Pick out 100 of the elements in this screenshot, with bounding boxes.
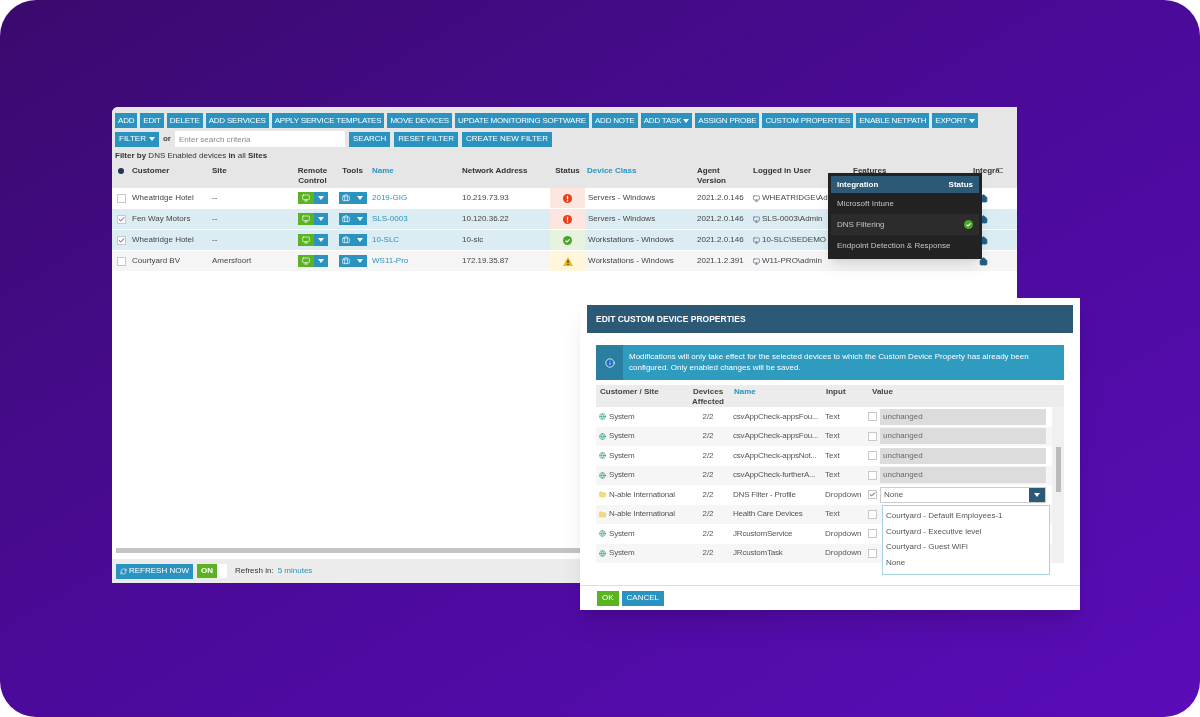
toolbar-button[interactable]: EDIT <box>140 113 164 128</box>
column-header[interactable]: Tools <box>335 166 370 176</box>
refresh-interval-link[interactable]: 5 minutes <box>277 565 313 577</box>
cancel-button[interactable]: CANCEL <box>621 590 664 606</box>
column-header[interactable]: Features <box>851 166 971 176</box>
remote-control-button[interactable] <box>297 255 328 267</box>
filter-summary: Filter by DNS Enabled devices in all Sites <box>115 150 269 162</box>
dropdown-option[interactable]: None <box>883 555 1049 571</box>
column-header[interactable]: Agent Version <box>695 166 751 186</box>
checkbox[interactable] <box>868 509 877 519</box>
integration-item[interactable]: DNS Filtering <box>831 214 979 235</box>
device-link[interactable]: 2019-GIG <box>370 192 460 204</box>
checkbox[interactable] <box>868 470 877 480</box>
remote-control-button[interactable] <box>297 192 328 204</box>
column-header[interactable]: Device Class <box>585 166 695 176</box>
table-cell-text: Workstations - Windows <box>587 234 675 246</box>
table-cell-text: -- <box>211 213 219 225</box>
value-field[interactable]: unchanged <box>880 467 1046 484</box>
filter-button[interactable]: FILTER <box>115 131 159 147</box>
table-cell-text: 2/2 <box>701 430 715 443</box>
tools-button[interactable] <box>338 213 367 225</box>
checkbox[interactable] <box>116 235 126 245</box>
value-dropdown[interactable]: None <box>880 486 1046 503</box>
tools-button[interactable] <box>338 255 367 267</box>
toolbar-button[interactable]: ADD TASK <box>640 113 693 128</box>
value-field[interactable]: unchanged <box>880 408 1046 425</box>
monitor-icon <box>301 236 310 244</box>
dropdown-option[interactable]: Courtyard - Executive level <box>883 524 1049 540</box>
checkbox[interactable] <box>868 412 877 422</box>
toolbar-button[interactable]: MOVE DEVICES <box>387 113 452 128</box>
checkbox[interactable] <box>868 490 877 500</box>
ok-button[interactable]: OK <box>597 590 619 606</box>
filter-action-button[interactable]: SEARCH <box>348 131 391 147</box>
table-cell-text: 2/2 <box>701 410 715 423</box>
globe-icon <box>599 471 606 479</box>
column-header[interactable]: Logged in User <box>751 166 851 176</box>
column-header[interactable]: Name <box>370 166 460 176</box>
remote-control-button[interactable] <box>297 213 328 225</box>
table-cell-text: 2/2 <box>701 508 715 521</box>
monitor-icon <box>301 257 310 265</box>
filter-action-button[interactable]: CREATE NEW FILTER <box>462 131 552 147</box>
table-row[interactable]: Courtyard BV Amersfoort WS11-Pro 172.19.35.87 Workstations - Windows 2021.1.2.391 W11-PRO\admin <box>112 251 1017 272</box>
column-header[interactable]: Devices Affected <box>686 387 730 407</box>
table-cell: System <box>609 410 635 423</box>
table-cell-text: csvAppCheck-furtherA... <box>732 469 817 482</box>
value-field[interactable]: unchanged <box>880 428 1046 445</box>
toolbar-button[interactable]: APPLY SERVICE TEMPLATES <box>271 113 385 128</box>
checkbox[interactable] <box>116 214 126 224</box>
toolbar-button[interactable]: ADD <box>115 113 138 128</box>
toolbar-button[interactable]: ENABLE NETPATH <box>856 113 930 128</box>
checkbox[interactable] <box>868 548 877 558</box>
checkbox[interactable] <box>116 193 126 203</box>
column-header[interactable]: Input <box>822 387 868 407</box>
globe-icon <box>599 413 606 421</box>
value-field[interactable]: unchanged <box>880 447 1046 464</box>
table-cell-text: Servers - Windows <box>587 213 657 225</box>
globe-icon <box>599 530 606 538</box>
column-header[interactable]: Network Address <box>460 166 550 176</box>
column-header[interactable]: Status <box>550 166 585 176</box>
column-header[interactable]: Site <box>210 166 290 176</box>
column-header[interactable]: Value <box>868 387 1052 407</box>
dropdown-option[interactable]: Courtyard - Default Employees-1 <box>883 508 1049 524</box>
checkbox[interactable] <box>116 256 126 266</box>
toolbar-button[interactable]: ADD NOTE <box>591 113 638 128</box>
select-all-radio[interactable] <box>118 168 124 174</box>
column-header[interactable]: Customer <box>130 166 210 176</box>
table-cell-text: Servers - Windows <box>587 192 657 204</box>
tools-button[interactable] <box>338 192 367 204</box>
toolbox-icon <box>341 194 350 202</box>
toolbar-button[interactable]: CUSTOM PROPERTIES <box>762 113 854 128</box>
refresh-button[interactable]: REFRESH NOW <box>116 563 193 579</box>
device-link[interactable]: SLS-0003 <box>370 213 460 225</box>
toolbar-button[interactable]: DELETE <box>166 113 203 128</box>
column-header[interactable]: Remote Control <box>290 166 335 186</box>
popup-column-header: Integration <box>837 178 879 191</box>
checkbox[interactable] <box>868 451 877 461</box>
table-cell-text: Courtyard BV <box>131 255 182 267</box>
table-cell: System <box>609 449 635 462</box>
column-header[interactable]: Name <box>730 387 822 407</box>
vertical-scrollbar[interactable] <box>1052 407 1064 563</box>
toolbar-button[interactable]: UPDATE MONITORING SOFTWARE <box>454 113 589 128</box>
filter-action-button[interactable]: RESET FILTER <box>394 131 459 147</box>
dropdown-option[interactable]: Courtyard - Guest WiFi <box>883 539 1049 555</box>
search-field[interactable]: Enter search criteria <box>174 131 345 147</box>
column-header[interactable]: Customer / Site <box>596 387 686 407</box>
toolbar-button[interactable]: ASSIGN PROBE <box>695 113 760 128</box>
device-link[interactable]: WS11-Pro <box>370 255 460 267</box>
checkbox[interactable] <box>868 431 877 441</box>
toolbar-button[interactable]: EXPORT <box>932 113 978 128</box>
device-link[interactable]: 10-SLC <box>370 234 460 246</box>
toolbar-button[interactable]: ADD SERVICES <box>205 113 269 128</box>
globe-icon <box>599 432 606 440</box>
toolbox-icon <box>341 236 350 244</box>
table-cell-text: 2/2 <box>701 449 715 462</box>
remote-control-button[interactable] <box>297 234 328 246</box>
tools-button[interactable] <box>338 234 367 246</box>
folder-icon <box>599 510 606 518</box>
home-icon[interactable] <box>979 256 988 266</box>
table-cell-text: 2021.2.0.146 <box>696 192 745 204</box>
checkbox[interactable] <box>868 529 877 539</box>
